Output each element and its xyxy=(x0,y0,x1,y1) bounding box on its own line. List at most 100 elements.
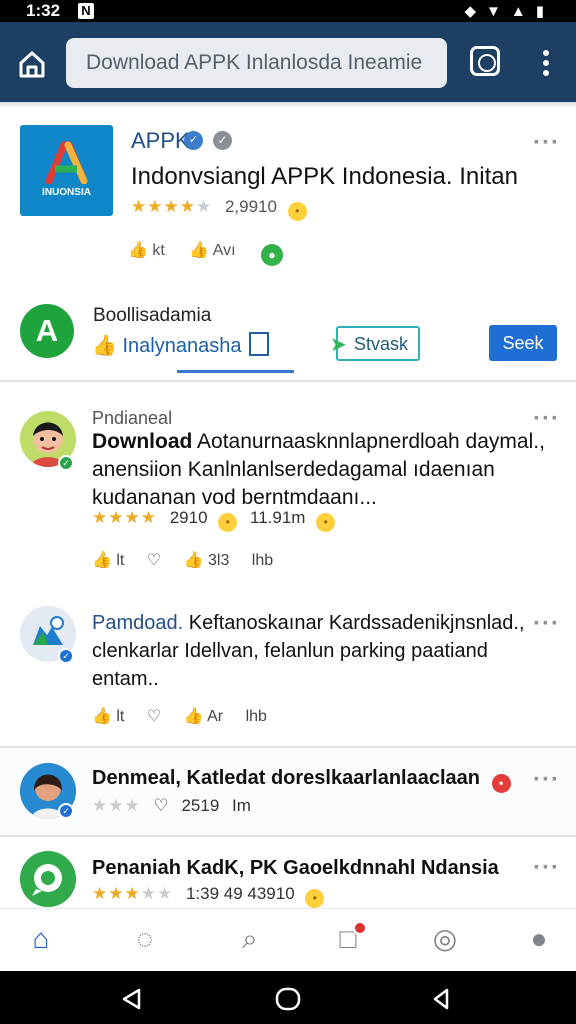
like-button-two[interactable]: 👍 lt xyxy=(92,706,124,726)
app-logo-a-icon xyxy=(45,141,88,184)
browser-toolbar: Download APPK Inlanlosda Ineamie xyxy=(0,22,576,102)
more-options-icon[interactable] xyxy=(540,50,552,80)
app-rating: ★★★★★ 2,9910 • xyxy=(131,197,307,221)
like-button[interactable]: 👍 lt xyxy=(92,550,124,570)
like-link-label: Inalynanasha xyxy=(122,335,242,357)
more-reactions-button[interactable]: lhb xyxy=(252,552,273,570)
post-four-rating: ★★★★★ 1:39 49 43910 • xyxy=(92,884,325,908)
thumb-up-icon: 👍 xyxy=(92,335,123,357)
post-two-line-1: Keftanoskaınar Kardssadenikjnsnlad., xyxy=(188,612,525,634)
seek-button[interactable]: Seek xyxy=(489,325,557,361)
app-card: INUONSIA APPK ✓ ✓ ··· Indonvsiangl APPK … xyxy=(0,108,576,380)
rating-star-off: ★ xyxy=(195,197,213,216)
like-reaction[interactable]: 👍 kt xyxy=(128,242,165,259)
app-card-more-icon[interactable]: ··· xyxy=(533,129,560,157)
notification-dot-icon xyxy=(353,921,367,935)
post-4: Penaniah KadK, PK Gaoelkdnnahl Ndansia ·… xyxy=(0,837,576,908)
post-four-stars: ★★★ xyxy=(92,884,141,903)
post-two-line-3: entam.. xyxy=(92,668,159,690)
post-text-line-3: kudananan vod berntmdaanı... xyxy=(92,486,377,509)
status-bar: 1:32 N ◆▼▲▮ xyxy=(0,0,576,22)
post-1: ✓ Pndianeal ··· Download Aotanurnaasknnl… xyxy=(0,382,576,746)
home-system-icon[interactable] xyxy=(273,987,303,1011)
share-button-two[interactable]: 👍 Ar xyxy=(184,706,223,726)
post-three-rating: ★★★ ♡ 2519 Im xyxy=(92,796,251,816)
post-more-icon-four[interactable]: ··· xyxy=(533,854,560,882)
seller-avatar[interactable]: A xyxy=(20,304,74,358)
emoji-icon: • xyxy=(287,202,307,221)
check-icon: ✓ xyxy=(213,131,232,150)
post-label: Pndianeal xyxy=(92,408,173,428)
system-status-icons: ◆▼▲▮ xyxy=(464,3,554,20)
bookmark-icon xyxy=(249,332,270,356)
home-icon[interactable] xyxy=(16,48,48,80)
emoji-icon-three: • xyxy=(305,889,325,908)
selected-tab-indicator xyxy=(177,370,294,373)
post-three-stars: ★★★ xyxy=(92,796,141,815)
more-reactions-button-two[interactable]: lhb xyxy=(246,708,267,726)
user-badge-icon: ✓ xyxy=(58,803,74,819)
post-lead: Download xyxy=(92,430,193,453)
online-badge-icon: ✓ xyxy=(58,455,74,471)
rating-stars: ★★★★ xyxy=(131,197,196,216)
post-three-text: Katledat doreslkaarlanlaaclaan xyxy=(186,767,480,789)
post-rating-count: 2910 xyxy=(169,508,208,527)
home-nav-icon[interactable]: ⌂ xyxy=(23,921,59,957)
system-navigation xyxy=(0,971,576,1024)
app-reactions: 👍 kt 👍 Avı xyxy=(128,240,256,260)
heart-button-two[interactable]: ♡ xyxy=(147,706,161,726)
notification-icon: N xyxy=(78,3,94,19)
verified-nav-icon[interactable]: ◎ xyxy=(427,921,463,957)
post-four-headline: Penaniah KadK, PK Gaoelkdnnahl Ndansia xyxy=(92,857,499,879)
post-headline: Denmeal, Katledat doreslkaarlanlaaclaan … xyxy=(92,764,511,793)
green-status-icon: ● xyxy=(261,244,283,266)
share-button[interactable]: 👍 3l3 xyxy=(184,550,230,570)
rating-count: 2,9910 xyxy=(224,197,277,216)
post-extra: 11.91m xyxy=(250,508,306,527)
chat-app-icon xyxy=(20,851,76,907)
post-lead-two: Pamdoad. xyxy=(92,612,184,634)
heart-button[interactable]: ♡ xyxy=(147,550,161,570)
post-more-icon-two[interactable]: ··· xyxy=(533,610,560,638)
app-logo-text: INUONSIA xyxy=(42,187,91,198)
emoji-icon: • xyxy=(218,513,238,532)
like-page-link[interactable]: 👍 Inalynanasha xyxy=(92,332,270,358)
post-text-two: Pamdoad. Keftanoskaınar Kardssadenikjnsn… xyxy=(92,609,525,693)
alert-icon: • xyxy=(491,774,511,793)
post-text-line-2: anensiion Kanlnlanlserdedagamal ıdaenıan xyxy=(92,458,495,481)
post-three-extra: Im xyxy=(232,796,251,815)
post-two-line-2: clenkarlar Idellvan, felanlun parking pa… xyxy=(92,640,488,662)
post-reactions: 👍 lt ♡ 👍 3l3 lhb xyxy=(92,550,291,570)
like-reaction-two[interactable]: 👍 Avı xyxy=(189,242,235,259)
profile-nav-icon[interactable]: ● xyxy=(521,921,557,957)
verified-badge-icon: ✓ xyxy=(184,131,203,150)
post-three-count: 2519 xyxy=(181,796,220,815)
emoji-icon-two: • xyxy=(316,513,336,532)
address-bar[interactable]: Download APPK Inlanlosda Ineamie xyxy=(66,38,447,88)
tabs-icon[interactable] xyxy=(470,46,500,76)
post-four-count: 1:39 49 43910 xyxy=(185,884,295,903)
back-icon[interactable] xyxy=(117,987,147,1011)
post-four-stars-off: ★★ xyxy=(140,884,174,903)
app-logo[interactable]: INUONSIA xyxy=(20,125,113,216)
post-3: ✓ Denmeal, Katledat doreslkaarlanlaaclaa… xyxy=(0,748,576,835)
post-text: Download Aotanurnaasknnlapnerdloah dayma… xyxy=(92,428,545,512)
explore-nav-icon[interactable]: ◌ xyxy=(127,921,163,957)
post-three-lead: Denmeal, xyxy=(92,767,181,789)
app-title: Indonvsiangl APPK Indonesia. Initan xyxy=(131,163,518,190)
post-stars: ★★★★ xyxy=(92,508,157,527)
seller-name[interactable]: Boollisadamia xyxy=(93,305,211,327)
status-time: 1:32 xyxy=(26,1,61,20)
post-rating: ★★★★ 2910 • 11.91m • xyxy=(92,508,336,532)
app-name[interactable]: APPK xyxy=(131,128,190,154)
post-more-icon-three[interactable]: ··· xyxy=(533,766,560,794)
heart-outline-icon[interactable]: ♡ xyxy=(153,796,168,815)
install-button[interactable]: Stvask xyxy=(330,326,420,361)
post-two-reactions: 👍 lt ♡ 👍 Ar lhb xyxy=(92,706,285,726)
app-avatar[interactable] xyxy=(20,851,76,907)
post-text-line-1: Aotanurnaasknnlapnerdloah daymal., xyxy=(197,430,545,453)
recent-apps-icon[interactable] xyxy=(427,987,457,1011)
bottom-navigation: ⌂ ◌ ⌕ □ ◎ ● xyxy=(0,908,576,971)
search-nav-icon[interactable]: ⌕ xyxy=(232,921,268,957)
brand-badge-icon: ✓ xyxy=(58,648,74,664)
